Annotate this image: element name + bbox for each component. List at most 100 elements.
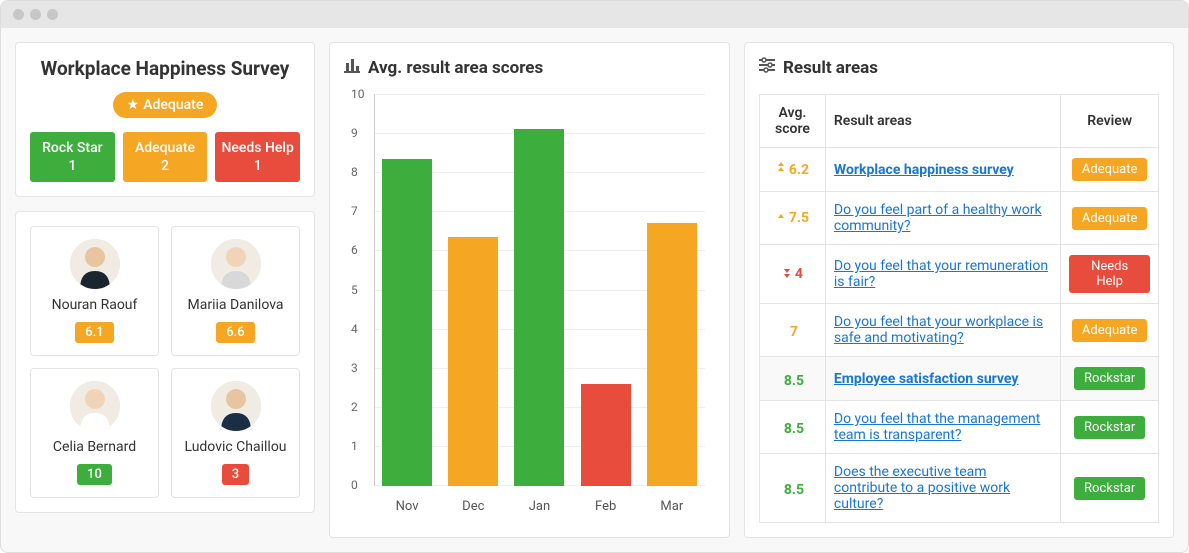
results-row: 8.5 Employee satisfaction survey Rockstar [760,357,1159,401]
person-score-badge: 10 [77,464,112,485]
person-card[interactable]: Nouran Raouf 6.1 [30,226,159,356]
chart-bar[interactable] [382,159,432,486]
results-row: 6.2 Workplace happiness survey Adequate [760,148,1159,192]
trend-icon [776,162,786,178]
row-score: 8.5 [781,421,804,437]
y-tick-label: 10 [351,87,365,101]
row-score: 6.2 [776,162,809,178]
y-tick-label: 7 [351,204,358,218]
status-count: 1 [34,158,111,174]
results-section-title: Result areas [759,57,1159,78]
review-badge: Adequate [1072,158,1147,181]
chart-bar[interactable] [647,223,697,486]
review-badge: Rockstar [1074,477,1145,500]
status-count: 2 [127,158,204,174]
status-label: Rock Star [34,140,111,156]
row-score: 8.5 [781,373,804,389]
x-tick-label: Mar [647,499,697,514]
review-badge: Needs Help [1069,255,1150,293]
bar-chart-icon [344,57,360,78]
app-window: Workplace Happiness Survey Adequate Rock… [0,0,1189,553]
col-areas: Result areas [825,95,1060,148]
col-score: Avg. score [760,95,826,148]
review-badge: Rockstar [1074,416,1145,439]
survey-status-pill[interactable]: Adequate [113,92,218,118]
result-area-link[interactable]: Employee satisfaction survey [834,371,1019,387]
results-row: 4 Do you feel that your remuneration is f… [760,245,1159,304]
person-score-badge: 3 [222,464,249,485]
pill-label: Adequate [143,97,203,113]
result-area-link[interactable]: Do you feel part of a healthy work commu… [834,202,1042,234]
person-card[interactable]: Celia Bernard 10 [30,368,159,498]
review-badge: Rockstar [1074,367,1145,390]
y-tick-label: 4 [351,322,358,336]
results-row: 7.5 Do you feel part of a healthy work co… [760,192,1159,245]
titlebar [1,1,1188,28]
x-tick-label: Dec [448,499,498,514]
y-tick-label: 1 [351,439,358,453]
person-name: Ludovic Chaillou [180,439,291,455]
status-box-adequate[interactable]: Adequate 2 [123,132,208,182]
star-icon [127,97,140,113]
y-tick-label: 2 [351,400,358,414]
results-table: Avg. score Result areas Review 6.2 Workpl… [759,94,1159,523]
avatar [70,381,120,431]
status-count: 1 [219,158,296,174]
person-name: Nouran Raouf [39,297,150,313]
x-tick-label: Nov [382,499,432,514]
status-summary-row: Rock Star 1 Adequate 2 Needs Help1 [30,132,300,182]
chart-section-title: Avg. result area scores [344,57,715,78]
y-tick-label: 5 [351,283,358,297]
x-tick-label: Jan [514,499,564,514]
y-tick-label: 3 [351,361,358,375]
status-label: Adequate [127,140,204,156]
result-area-link[interactable]: Workplace happiness survey [834,162,1014,178]
review-badge: Adequate [1072,319,1147,342]
chart: 012345678910 NovDecJanFebMar [344,94,715,514]
y-tick-label: 6 [351,243,358,257]
y-tick-label: 8 [351,165,358,179]
results-card: Result areas Avg. score Result areas Rev… [744,42,1174,538]
content-area: Workplace Happiness Survey Adequate Rock… [1,28,1188,552]
result-area-link[interactable]: Do you feel that your workplace is safe … [834,314,1043,346]
person-name: Mariia Danilova [180,297,291,313]
row-score: 7.5 [776,210,809,226]
result-area-link[interactable]: Does the executive team contribute to a … [834,464,1010,512]
row-score: 7 [787,324,798,340]
window-dot [13,9,24,20]
trend-icon [782,266,792,282]
results-row: 7 Do you feel that your workplace is safe… [760,304,1159,357]
chart-bar[interactable] [514,129,564,486]
status-box-rock-star[interactable]: Rock Star 1 [30,132,115,182]
y-tick-label: 9 [351,126,358,140]
avatar [211,381,261,431]
status-box-needs-help[interactable]: Needs Help1 [215,132,300,182]
person-card[interactable]: Ludovic Chaillou 3 [171,368,300,498]
window-dot [47,9,58,20]
y-tick-label: 0 [351,478,358,492]
review-badge: Adequate [1072,207,1147,230]
chart-bar[interactable] [581,384,631,486]
person-score-badge: 6.1 [75,322,113,343]
avatar [70,239,120,289]
result-area-link[interactable]: Do you feel that the management team is … [834,411,1040,443]
person-name: Celia Bernard [39,439,150,455]
person-card[interactable]: Mariia Danilova 6.6 [171,226,300,356]
result-area-link[interactable]: Do you feel that your remuneration is fa… [834,258,1048,290]
results-title-text: Result areas [783,58,878,78]
people-card: Nouran Raouf 6.1 Mariia Danilova 6.6 Celia B… [15,211,315,513]
chart-title-text: Avg. result area scores [368,58,543,78]
sliders-icon [759,57,775,78]
chart-card: Avg. result area scores 0 1 2 3 4 5 6 7 8 9 10 Nov… [329,42,730,538]
survey-title: Workplace Happiness Survey [30,57,300,80]
avatar [211,239,261,289]
results-row: 8.5 Do you feel that the management team … [760,401,1159,454]
person-score-badge: 6.6 [216,322,254,343]
x-tick-label: Feb [581,499,631,514]
window-dot [30,9,41,20]
trend-icon [776,210,786,226]
chart-bar[interactable] [448,237,498,486]
row-score: 4 [782,266,803,282]
col-review: Review [1061,95,1159,148]
survey-summary-card: Workplace Happiness Survey Adequate Rock… [15,42,315,197]
